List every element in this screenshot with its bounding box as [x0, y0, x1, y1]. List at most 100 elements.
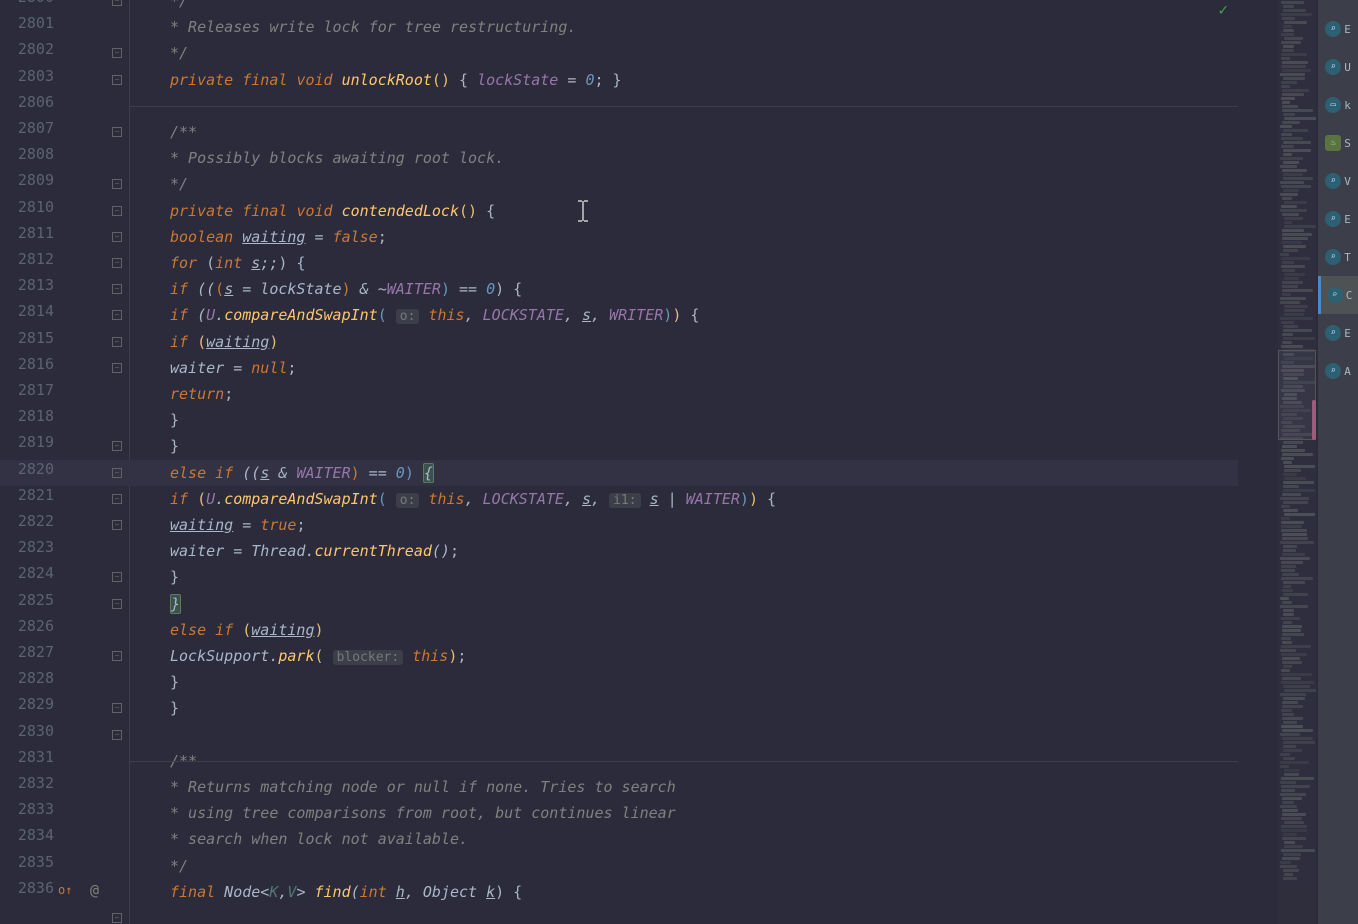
code-line[interactable]: final Node<K,V> find(int h, Object k) {	[170, 879, 522, 905]
fold-toggle-icon[interactable]: −	[112, 363, 122, 373]
code-line[interactable]: if (U.compareAndSwapInt( o: this, LOCKST…	[170, 302, 699, 328]
code-line[interactable]: }	[170, 669, 179, 695]
line-number[interactable]: 2803	[0, 67, 54, 85]
code-line[interactable]: */	[170, 853, 188, 879]
minimap-viewport[interactable]	[1278, 350, 1316, 440]
code-line[interactable]: * using tree comparisons from root, but …	[170, 800, 676, 826]
line-number[interactable]: 2829	[0, 695, 54, 713]
open-file-tab[interactable]: ⌕ V	[1318, 162, 1358, 200]
line-number[interactable]: 2831	[0, 748, 54, 766]
fold-toggle-icon[interactable]: −	[112, 48, 122, 58]
line-number[interactable]: 2821	[0, 486, 54, 504]
code-line[interactable]: * search when lock not available.	[170, 826, 468, 852]
line-number[interactable]: 2813	[0, 276, 54, 294]
fold-toggle-icon[interactable]: −	[112, 206, 122, 216]
line-number[interactable]: 2817	[0, 381, 54, 399]
open-file-tab[interactable]: ▭ k	[1318, 86, 1358, 124]
line-number[interactable]: 2819	[0, 433, 54, 451]
fold-toggle-icon[interactable]: −	[112, 468, 122, 478]
code-line[interactable]: LockSupport.park( blocker: this);	[170, 643, 466, 669]
fold-toggle-icon[interactable]: −	[112, 441, 122, 451]
fold-toggle-icon[interactable]: −	[112, 730, 122, 740]
fold-toggle-icon[interactable]: −	[112, 284, 122, 294]
fold-toggle-icon[interactable]: −	[112, 0, 122, 6]
line-number[interactable]: 2832	[0, 774, 54, 792]
fold-toggle-icon[interactable]: −	[112, 75, 122, 85]
fold-toggle-icon[interactable]: −	[112, 127, 122, 137]
open-file-tab[interactable]: ⌕ E	[1318, 10, 1358, 48]
code-line[interactable]: }	[170, 591, 181, 617]
line-number[interactable]: 2814	[0, 302, 54, 320]
fold-toggle-icon[interactable]: −	[112, 310, 122, 320]
code-line[interactable]: waiter = Thread.currentThread();	[170, 538, 459, 564]
open-file-tab[interactable]: ⌕ U	[1318, 48, 1358, 86]
line-number[interactable]: 2812	[0, 250, 54, 268]
fold-toggle-icon[interactable]: −	[112, 494, 122, 504]
line-number[interactable]: 2827	[0, 643, 54, 661]
code-line[interactable]: /**	[170, 119, 197, 145]
code-line[interactable]: private final void contendedLock() {	[170, 198, 495, 224]
fold-toggle-icon[interactable]: −	[112, 572, 122, 582]
line-number[interactable]: 2833	[0, 800, 54, 818]
fold-toggle-icon[interactable]: −	[112, 258, 122, 268]
line-number[interactable]: 2830	[0, 722, 54, 740]
line-number[interactable]: 2807	[0, 119, 54, 137]
code-line[interactable]: private final void unlockRoot() { lockSt…	[170, 67, 622, 93]
line-number[interactable]: 2822	[0, 512, 54, 530]
line-number[interactable]: 2820	[0, 460, 54, 478]
code-line[interactable]: }	[170, 695, 179, 721]
code-line[interactable]: }	[170, 407, 179, 433]
fold-toggle-icon[interactable]: −	[112, 599, 122, 609]
line-number[interactable]: 2806	[0, 93, 54, 111]
code-line[interactable]: */	[170, 40, 188, 66]
code-line[interactable]: else if ((s & WAITER) == 0) {	[170, 460, 434, 486]
fold-toggle-icon[interactable]: −	[112, 179, 122, 189]
line-number[interactable]: 2818	[0, 407, 54, 425]
code-line[interactable]: if (U.compareAndSwapInt( o: this, LOCKST…	[170, 486, 776, 512]
fold-toggle-icon[interactable]: −	[112, 703, 122, 713]
line-number[interactable]: 2811	[0, 224, 54, 242]
fold-toggle-icon[interactable]: −	[112, 520, 122, 530]
open-files-panel[interactable]: ⌕ E⌕ U▭ k♨ S⌕ V⌕ E⌕ T⌕ C⌕ E⌕ A	[1318, 0, 1358, 924]
code-line[interactable]: * Releases write lock for tree restructu…	[170, 14, 576, 40]
open-file-tab[interactable]: ♨ S	[1318, 124, 1358, 162]
fold-toggle-icon[interactable]: −	[112, 651, 122, 661]
code-line[interactable]: waiting = true;	[170, 512, 305, 538]
code-line[interactable]: */	[170, 0, 188, 14]
code-line[interactable]: * Possibly blocks awaiting root lock.	[170, 145, 504, 171]
code-line[interactable]: if (((s = lockState) & ~WAITER) == 0) {	[170, 276, 522, 302]
line-number[interactable]: 2835	[0, 853, 54, 871]
minimap[interactable]	[1278, 0, 1316, 924]
open-file-tab[interactable]: ⌕ E	[1318, 314, 1358, 352]
open-file-tab[interactable]: ⌕ C	[1318, 276, 1358, 314]
code-line[interactable]: if (waiting)	[170, 329, 278, 355]
fold-toggle-icon[interactable]: −	[112, 337, 122, 347]
line-number[interactable]: 2809	[0, 171, 54, 189]
fold-toggle-icon[interactable]: −	[112, 232, 122, 242]
line-number[interactable]: 2808	[0, 145, 54, 163]
open-file-tab[interactable]: ⌕ A	[1318, 352, 1358, 390]
code-line[interactable]: }	[170, 564, 179, 590]
line-number[interactable]: 2823	[0, 538, 54, 556]
line-number[interactable]: 2825	[0, 591, 54, 609]
line-number[interactable]: 2836	[0, 879, 54, 897]
inspection-ok-icon[interactable]: ✓	[1218, 0, 1228, 19]
line-number[interactable]: 2800	[0, 0, 54, 6]
override-gutter-icon[interactable]: o↑	[58, 883, 72, 897]
line-number[interactable]: 2802	[0, 40, 54, 58]
code-line[interactable]: waiter = null;	[170, 355, 296, 381]
line-number[interactable]: 2824	[0, 564, 54, 582]
line-number[interactable]: 2816	[0, 355, 54, 373]
open-file-tab[interactable]: ⌕ T	[1318, 238, 1358, 276]
code-line[interactable]: for (int s;;) {	[170, 250, 305, 276]
code-line[interactable]: else if (waiting)	[170, 617, 324, 643]
annotation-gutter-icon[interactable]: @	[90, 881, 99, 899]
open-file-tab[interactable]: ⌕ E	[1318, 200, 1358, 238]
fold-toggle-icon[interactable]: −	[112, 913, 122, 923]
code-line[interactable]: * Returns matching node or null if none.…	[170, 774, 676, 800]
line-number[interactable]: 2828	[0, 669, 54, 687]
code-line[interactable]: boolean waiting = false;	[170, 224, 387, 250]
code-line[interactable]: }	[170, 433, 179, 459]
line-number[interactable]: 2810	[0, 198, 54, 216]
line-number[interactable]: 2834	[0, 826, 54, 844]
